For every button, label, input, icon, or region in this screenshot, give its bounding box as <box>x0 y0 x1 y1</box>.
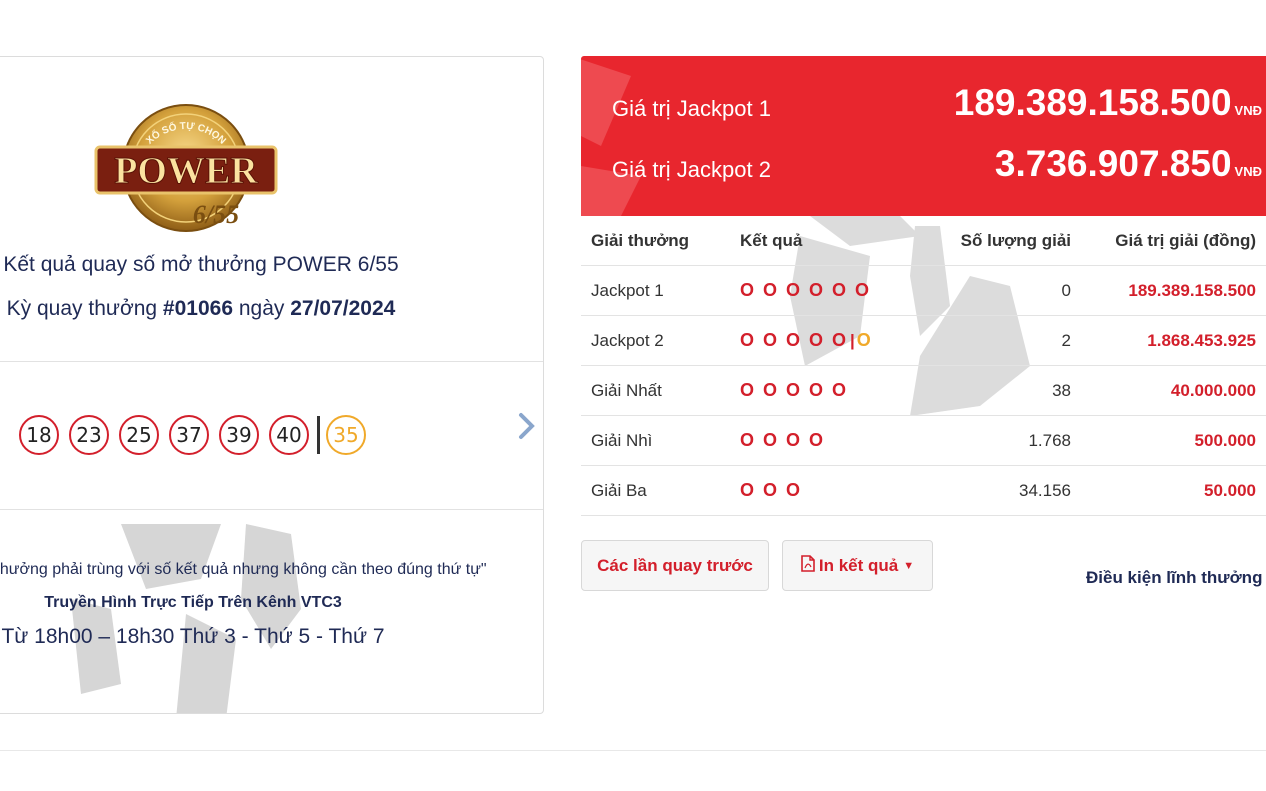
winner-count: 0 <box>920 265 1081 316</box>
number-ball: 40 <box>269 415 309 455</box>
result-card: XỔ SỐ TỰ CHỌN POWER 6/55 Kết quả quay số… <box>0 56 544 714</box>
page-divider <box>0 750 1266 751</box>
divider <box>0 509 543 510</box>
special-number-ball: 35 <box>326 415 366 455</box>
table-row: Jackpot 2 O O O O O | O 2 1.868.453.925 <box>581 315 1266 366</box>
broadcast-channel: Truyền Hình Trực Tiếp Trên Kênh VTC3 <box>44 594 342 611</box>
col-value: Giá trị giải (đồng) <box>1081 217 1266 266</box>
prize-name: Giải Nhất <box>581 365 730 416</box>
table-row: Giải Ba O O O 34.156 50.000 <box>581 465 1266 516</box>
match-marks: O O O O O <box>740 380 849 400</box>
watermark-shape <box>71 524 301 713</box>
winning-numbers: 18 23 25 37 39 40 35 <box>19 415 376 455</box>
number-ball: 39 <box>219 415 259 455</box>
jackpot-2-label: Giá trị Jackpot 2 <box>612 157 771 182</box>
match-marks: O O O O <box>740 430 826 450</box>
special-separator <box>317 416 320 454</box>
jackpot-panel: Giá trị Jackpot 1 189.389.158.500 VNĐ Giá… <box>581 56 1266 216</box>
currency-unit: VNĐ <box>1234 164 1262 179</box>
jackpot-1-row: Giá trị Jackpot 1 189.389.158.500 VNĐ <box>612 82 1262 132</box>
col-prize: Giải thưởng <box>581 217 730 266</box>
jackpot-1-label: Giá trị Jackpot 1 <box>612 96 771 121</box>
draw-mid: ngày <box>238 297 285 320</box>
result-marks: O O O O O <box>730 365 920 416</box>
jackpot-1-value: 189.389.158.500 VNĐ <box>954 82 1262 124</box>
draw-schedule: Từ 18h00 – 18h30 Thứ 3 - Thứ 5 - Thứ 7 <box>1 625 385 648</box>
draw-prefix: Kỳ quay thưởng <box>6 297 158 320</box>
match-marks: O O O O O O <box>740 280 872 300</box>
match-marks: O O O <box>740 480 803 500</box>
result-marks: O O O O O O <box>730 265 920 316</box>
jackpot-1-amount: 189.389.158.500 <box>953 82 1232 123</box>
divider <box>0 361 543 362</box>
number-ball: 18 <box>19 415 59 455</box>
winner-count: 2 <box>920 315 1081 366</box>
chevron-right-icon[interactable] <box>518 412 536 448</box>
prize-name: Jackpot 2 <box>581 315 730 366</box>
rule-quote: thưởng phải trùng với số kết quả nhưng k… <box>0 561 487 578</box>
caret-down-icon: ▼ <box>903 559 915 572</box>
number-ball: 23 <box>69 415 109 455</box>
col-count: Số lượng giải <box>920 217 1081 266</box>
table-header-row: Giải thưởng Kết quả Số lượng giải Giá tr… <box>581 217 1266 266</box>
prize-name: Jackpot 1 <box>581 265 730 316</box>
draw-date: 27/07/2024 <box>290 297 396 320</box>
winner-count: 34.156 <box>920 465 1081 516</box>
prize-value: 40.000.000 <box>1081 365 1266 416</box>
prize-value: 500.000 <box>1081 415 1266 466</box>
print-results-button[interactable]: In kết quả ▼ <box>782 540 933 591</box>
jackpot-2-value: 3.736.907.850 VNĐ <box>995 143 1262 185</box>
draw-info: Kỳ quay thưởng #01066 ngày 27/07/2024 <box>0 297 411 321</box>
prize-value: 50.000 <box>1081 465 1266 516</box>
previous-draws-button[interactable]: Các lần quay trước <box>581 540 769 591</box>
prize-name: Giải Ba <box>581 465 730 516</box>
table-row: Giải Nhất O O O O O 38 40.000.000 <box>581 365 1266 416</box>
jackpot-2-amount: 3.736.907.850 <box>994 143 1232 184</box>
svg-text:6/55: 6/55 <box>193 200 239 229</box>
winner-count: 1.768 <box>920 415 1081 466</box>
result-marks: O O O O O | O <box>730 315 920 366</box>
number-ball: 25 <box>119 415 159 455</box>
prize-value: 1.868.453.925 <box>1081 315 1266 366</box>
pdf-file-icon <box>801 554 815 577</box>
draw-number: #01066 <box>162 297 233 320</box>
prize-table: Giải thưởng Kết quả Số lượng giải Giá tr… <box>581 217 1266 516</box>
svg-text:POWER: POWER <box>114 150 258 192</box>
special-separator: | <box>850 331 855 350</box>
table-row: Giải Nhì O O O O 1.768 500.000 <box>581 415 1266 466</box>
power-655-logo: XỔ SỐ TỰ CHỌN POWER 6/55 <box>86 103 286 238</box>
match-marks: O O O O O <box>740 330 849 350</box>
prize-value: 189.389.158.500 <box>1081 265 1266 316</box>
currency-unit: VNĐ <box>1234 103 1262 118</box>
number-ball: 37 <box>169 415 209 455</box>
result-title: Kết quả quay số mở thưởng POWER 6/55 <box>3 253 399 276</box>
prize-conditions-link[interactable]: Điều kiện lĩnh thưởng <box>1086 568 1262 588</box>
result-marks: O O O <box>730 465 920 516</box>
print-results-label: In kết quả <box>818 555 899 575</box>
jackpot-2-row: Giá trị Jackpot 2 3.736.907.850 VNĐ <box>612 143 1262 193</box>
col-result: Kết quả <box>730 217 920 266</box>
result-marks: O O O O <box>730 415 920 466</box>
winner-count: 38 <box>920 365 1081 416</box>
special-mark: O <box>856 330 871 350</box>
prize-name: Giải Nhì <box>581 415 730 466</box>
table-row: Jackpot 1 O O O O O O 0 189.389.158.500 <box>581 265 1266 316</box>
